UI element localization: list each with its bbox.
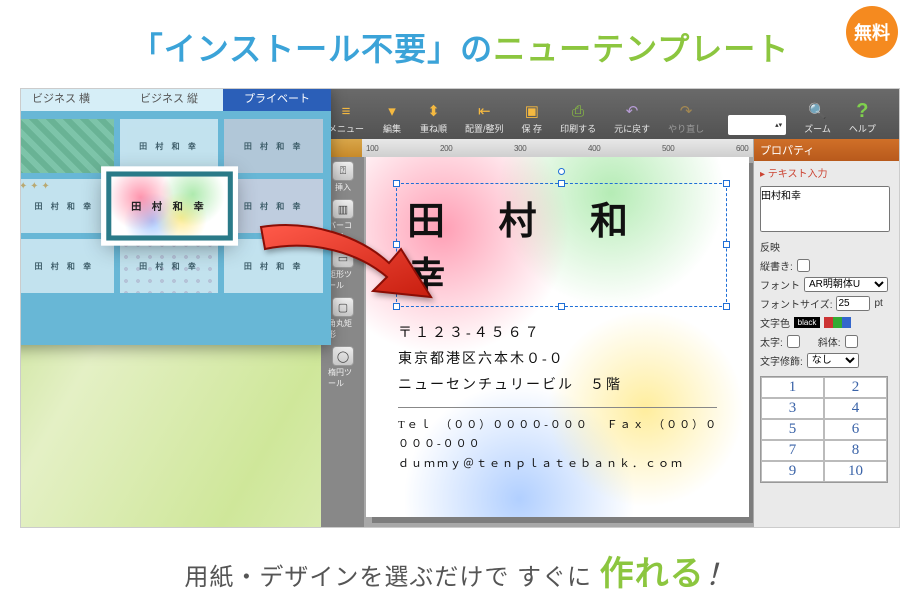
color-swatch[interactable]: black <box>794 317 820 328</box>
arrow-icon <box>251 209 451 309</box>
align-icon: ⇤ <box>474 102 494 120</box>
property-header: プロパティ <box>754 139 899 161</box>
decoration-select[interactable]: なし <box>807 353 859 368</box>
layer-button[interactable]: ⬍重ね順 <box>420 102 447 139</box>
card-content: 田 村 和 幸 〒１２３-４５６７ 東京都港区六本木０-０ ニューセンチュリービ… <box>366 157 749 489</box>
zoom-input[interactable]: 240▴▾ <box>728 115 786 135</box>
bold-checkbox[interactable] <box>787 335 800 348</box>
edit-icon: ▾ <box>382 102 402 120</box>
italic-checkbox[interactable] <box>845 335 858 348</box>
number-grid[interactable]: 12 34 56 78 910 <box>760 376 888 483</box>
reflect-row: 反映 <box>754 237 899 256</box>
zoom-label-button[interactable]: 🔍ズーム <box>804 102 831 139</box>
help-icon: ? <box>852 102 872 120</box>
help-button[interactable]: ?ヘルプ <box>849 102 876 139</box>
handle-tr[interactable] <box>723 180 730 187</box>
redo-icon: ↷ <box>676 102 696 120</box>
handle-tm[interactable] <box>558 180 565 187</box>
color-swatches[interactable] <box>824 317 851 328</box>
ellipse-icon: ◯ <box>332 346 354 366</box>
print-button[interactable]: ⎙印刷する <box>560 102 596 139</box>
headline-part1: 「インストール不要」 <box>131 31 460 67</box>
template-thumb[interactable] <box>20 119 114 173</box>
text-input[interactable]: 田村和幸 <box>760 186 890 232</box>
card-email: ｄｕｍｍｙ＠ｔｅｎｐｌａｔｅｂａｎｋ．ｃｏｍ <box>398 458 684 470</box>
vertical-row: 縦書き: <box>754 256 899 275</box>
insert-icon: ⍰ <box>332 161 354 181</box>
insert-tool[interactable]: ⍰挿入 <box>328 161 358 193</box>
zoom-icon: 🔍 <box>807 102 827 120</box>
align-button[interactable]: ⇤配置/整列 <box>465 102 504 139</box>
menu-button[interactable]: ≡メニュー <box>328 102 364 139</box>
color-row: 文字色 black <box>754 313 899 332</box>
save-icon: ▣ <box>522 102 542 120</box>
template-thumb[interactable]: 田 村 和 幸 <box>224 119 323 173</box>
font-row: フォント AR明朝体U <box>754 275 899 294</box>
fontsize-row: フォントサイズ: pt <box>754 294 899 313</box>
headline-connector: の <box>460 31 493 67</box>
template-thumb[interactable]: 田 村 和 幸 <box>20 239 114 293</box>
property-section[interactable]: ▸ テキスト入力 <box>754 161 899 184</box>
tab-biz-v[interactable]: ビジネス 縦 <box>115 88 223 111</box>
handle-mr[interactable] <box>723 241 730 248</box>
free-badge: 無料 <box>846 6 898 58</box>
footer-emphasis: 作れる <box>600 555 705 593</box>
card-zip: 〒１２３-４５６７ <box>398 321 727 347</box>
card-addr2: ニューセンチュリービル ５階 <box>398 373 727 399</box>
vertical-checkbox[interactable] <box>797 259 810 272</box>
footer-exclaim: ！ <box>705 559 736 592</box>
handle-bm[interactable] <box>558 303 565 310</box>
tab-biz-h[interactable]: ビジネス 横 <box>20 88 115 111</box>
edit-button[interactable]: ▾編集 <box>382 102 402 139</box>
handle-br[interactable] <box>723 303 730 310</box>
menu-icon: ≡ <box>336 102 356 120</box>
tab-private[interactable]: プライベート <box>223 88 331 111</box>
ellipse-tool[interactable]: ◯楕円ツール <box>328 346 358 389</box>
template-thumb-selected[interactable]: 田 村 和 幸 <box>106 171 232 240</box>
headline: 「インストール不要」のニューテンプレート 無料 <box>0 0 920 88</box>
undo-icon: ↶ <box>622 102 642 120</box>
handle-rotate[interactable] <box>558 168 565 175</box>
save-button[interactable]: ▣保 存 <box>522 102 543 139</box>
style-row: 太字: 斜体: <box>754 332 899 351</box>
zoom-stepper-icon[interactable]: ▴▾ <box>775 122 782 129</box>
font-select[interactable]: AR明朝体U <box>804 277 888 292</box>
card-addr1: 東京都港区六本木０-０ <box>398 347 727 373</box>
card-contact: Tｅｌ （００）００００-０００ Ｆａｘ （００）００００-０００ ｄｕｍｍｙ＠… <box>398 416 727 475</box>
footer-caption: 用紙・デザインを選ぶだけで すぐに 作れる！ <box>0 528 920 595</box>
picker-tabs: ビジネス 横 ビジネス 縦 プライベート <box>20 88 331 111</box>
top-toolbar: ≡メニュー ▾編集 ⬍重ね順 ⇤配置/整列 ▣保 存 ⎙印刷する ↶元に戻す ↷… <box>322 89 899 139</box>
handle-tl[interactable] <box>393 180 400 187</box>
card-name[interactable]: 田 村 和 幸 <box>407 190 716 300</box>
stage: ≡メニュー ▾編集 ⬍重ね順 ⇤配置/整列 ▣保 存 ⎙印刷する ↶元に戻す ↷… <box>20 88 900 528</box>
undo-button[interactable]: ↶元に戻す <box>614 102 650 139</box>
print-icon: ⎙ <box>568 102 588 120</box>
redo-button[interactable]: ↷やり直し <box>668 102 704 139</box>
card-divider <box>398 407 717 408</box>
template-thumb[interactable]: 田 村 和 幸 <box>120 239 219 293</box>
fontsize-input[interactable] <box>836 296 870 311</box>
template-thumb[interactable]: 田 村 和 幸 <box>120 119 219 173</box>
zoom-control[interactable]: 240▴▾ <box>722 115 786 139</box>
property-panel: プロパティ ▸ テキスト入力 田村和幸 反映 縦書き: フォント AR明朝体U … <box>753 139 899 527</box>
footer-pre: 用紙・デザインを選ぶだけで すぐに <box>184 564 599 591</box>
decoration-row: 文字修飾: なし <box>754 351 899 370</box>
headline-part2: ニューテンプレート <box>493 31 789 67</box>
template-thumb[interactable]: 田 村 和 幸 <box>20 179 114 233</box>
layer-icon: ⬍ <box>424 102 444 120</box>
card-address: 〒１２３-４５６７ 東京都港区六本木０-０ ニューセンチュリービル ５階 <box>398 321 727 399</box>
